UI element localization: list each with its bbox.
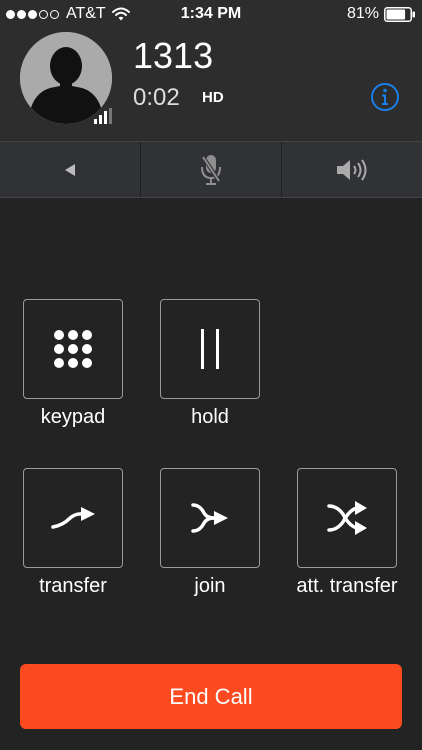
call-control-bar: [0, 141, 422, 198]
status-right: 81%: [347, 5, 416, 23]
info-icon: [371, 83, 399, 111]
mute-button[interactable]: [141, 142, 282, 197]
att-transfer-action: att. transfer: [292, 468, 402, 598]
back-button[interactable]: [0, 142, 141, 197]
caller-number: 1313: [133, 35, 214, 76]
battery-icon: [384, 6, 416, 22]
att-transfer-button[interactable]: [297, 468, 397, 568]
info-button[interactable]: [370, 82, 400, 112]
hold-action: hold: [155, 299, 265, 429]
keypad-label: keypad: [40, 406, 106, 428]
pause-icon: [201, 329, 219, 369]
hd-badge: HD: [202, 89, 224, 106]
hold-label: hold: [191, 406, 229, 428]
hold-button[interactable]: [160, 299, 260, 399]
call-screen: AT&T 1:34 PM 81% 1313 0:02 HD keypad hol…: [0, 0, 422, 750]
status-bar: AT&T 1:34 PM 81%: [0, 0, 422, 28]
speaker-button[interactable]: [282, 142, 422, 197]
transfer-button[interactable]: [23, 468, 123, 568]
transfer-label: transfer: [39, 575, 107, 597]
att-transfer-label: att. transfer: [296, 575, 398, 597]
end-call-button[interactable]: End Call: [20, 664, 402, 729]
speaker-icon: [337, 158, 367, 181]
keypad-button[interactable]: [23, 299, 123, 399]
join-action: join: [155, 468, 265, 598]
transfer-arrow-icon: [51, 507, 95, 529]
call-header: 1313 0:02 HD: [0, 28, 422, 141]
keypad-action: keypad: [18, 299, 128, 429]
keypad-icon: [54, 330, 92, 368]
back-triangle-icon: [65, 163, 75, 176]
merge-arrow-icon: [191, 503, 228, 533]
transfer-action: transfer: [18, 468, 128, 598]
microphone-muted-icon: [201, 154, 221, 185]
call-duration: 0:02: [133, 84, 180, 111]
join-button[interactable]: [160, 468, 260, 568]
call-signal-icon: [92, 108, 112, 124]
shuffle-arrows-icon: [327, 501, 367, 535]
join-label: join: [194, 575, 226, 597]
battery-percent: 81%: [346, 5, 379, 22]
